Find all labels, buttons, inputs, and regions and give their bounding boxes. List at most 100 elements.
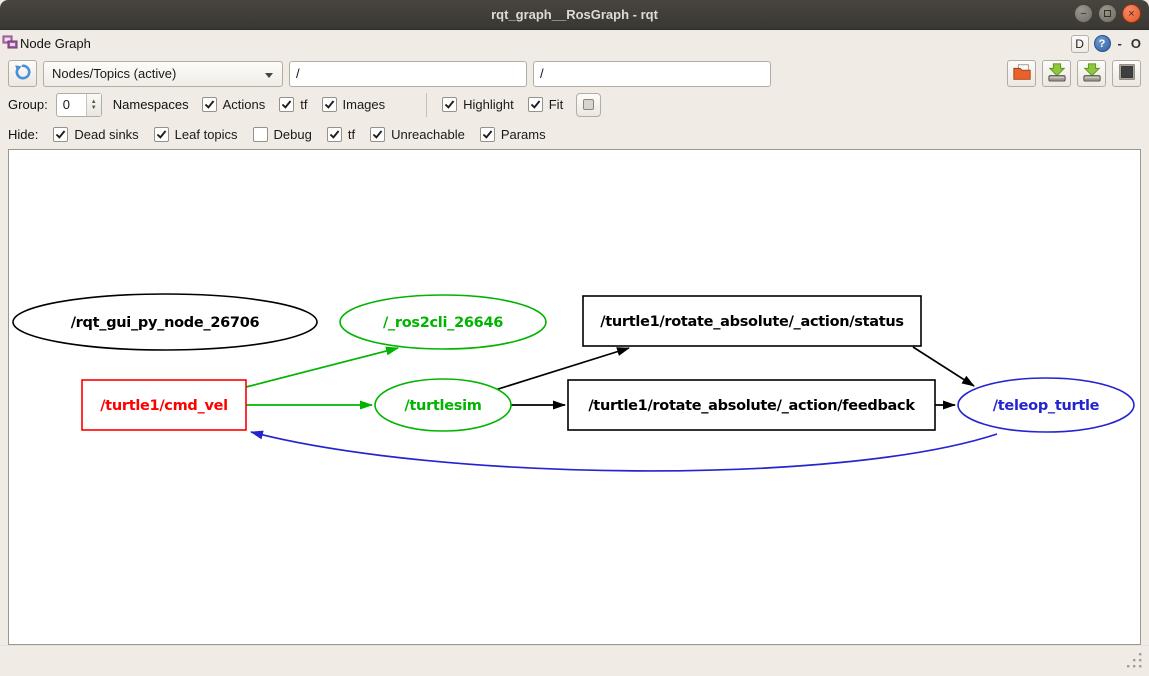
hide-label: Hide: [8, 127, 38, 142]
group-value: 0 [57, 94, 86, 116]
chevron-down-icon [265, 73, 273, 78]
node-label: /_ros2cli_26646 [383, 315, 503, 331]
checkbox-indicator[interactable] [53, 127, 68, 142]
node-turtlesim[interactable]: /turtlesim [375, 379, 511, 431]
filter-row-1: Group: 0 ▲▼ Namespaces Actions tf Images H… [0, 90, 1149, 119]
group-label: Group: [8, 97, 48, 112]
checkbox-actions[interactable]: Actions [202, 97, 266, 112]
window-close-button[interactable]: × [1122, 4, 1141, 23]
minimize-icon: − [1080, 8, 1086, 20]
close-icon: × [1128, 8, 1134, 20]
node-graph-icon [2, 34, 18, 53]
checkbox-label: Leaf topics [175, 127, 238, 142]
graph-toolbar: Nodes/Topics (active) [0, 57, 1149, 90]
checkbox-label: Highlight [463, 97, 514, 112]
save-dot-icon [1047, 62, 1067, 85]
edge-teleop_turtle-to-turtle1_cmd_vel [251, 432, 997, 471]
node-rotate_absolute_feedback[interactable]: /turtle1/rotate_absolute/_action/feedbac… [568, 380, 935, 430]
checkbox-tf[interactable]: tf [279, 97, 307, 112]
checkbox-label: tf [300, 97, 307, 112]
ros-node-graph: /rqt_gui_py_node_26706 /_ros2cli_26646/tu… [9, 150, 1140, 644]
window-title: rqt_graph__RosGraph - rqt [0, 7, 1149, 22]
checkbox-indicator[interactable] [442, 97, 457, 112]
checkbox-indicator[interactable] [322, 97, 337, 112]
window-minimize-button[interactable]: − [1074, 4, 1093, 23]
save-image-button[interactable] [1112, 60, 1141, 87]
checkbox-label: Actions [223, 97, 266, 112]
checkbox-unreachable[interactable]: Unreachable [370, 127, 465, 142]
status-bar [0, 645, 1149, 676]
checkbox-dead-sinks[interactable]: Dead sinks [53, 127, 138, 142]
checkbox-fit[interactable]: Fit [528, 97, 563, 112]
refresh-icon [14, 63, 32, 84]
checkbox-label: Dead sinks [74, 127, 138, 142]
node-label: /turtle1/cmd_vel [100, 398, 228, 414]
node-label: /turtle1/rotate_absolute/_action/feedbac… [588, 398, 915, 414]
rqt-window: { "window": { "title": "rqt_graph__RosGr… [0, 0, 1149, 676]
graph-type-combobox[interactable]: Nodes/Topics (active) [43, 61, 283, 87]
node-rqt_gui_py_node_26706[interactable]: /rqt_gui_py_node_26706 [13, 294, 317, 350]
node-turtle1_cmd_vel[interactable]: /turtle1/cmd_vel [82, 380, 246, 430]
checkbox-indicator[interactable] [154, 127, 169, 142]
fit-in-view-button[interactable] [576, 93, 601, 117]
image-icon [1117, 62, 1137, 85]
checkbox-indicator[interactable] [370, 127, 385, 142]
checkbox-indicator[interactable] [253, 127, 268, 142]
node-label: /rqt_gui_py_node_26706 [71, 315, 260, 331]
edge-turtle1_cmd_vel-to-ros2cli_26646 [246, 348, 398, 387]
window-titlebar[interactable]: rqt_graph__RosGraph - rqt − × [0, 0, 1149, 30]
checkbox-label: Params [501, 127, 546, 142]
separator [426, 93, 427, 117]
namespaces-label: Namespaces [113, 97, 189, 112]
save-dot-button[interactable] [1042, 60, 1071, 87]
spinbox-arrows[interactable]: ▲▼ [86, 94, 101, 116]
checkbox-indicator[interactable] [279, 97, 294, 112]
dock-close-button[interactable]: O [1129, 36, 1143, 51]
node-ros2cli_26646[interactable]: /_ros2cli_26646 [340, 295, 546, 349]
filter-row-2: Hide: Dead sinks Leaf topics Debug tf Unreac… [0, 119, 1149, 149]
maximize-icon [1104, 10, 1111, 17]
load-dot-button[interactable] [1007, 60, 1036, 87]
save-svg-button[interactable] [1077, 60, 1106, 87]
topic-filter-input[interactable] [533, 61, 771, 87]
node-rotate_absolute_status[interactable]: /turtle1/rotate_absolute/_action/status [583, 296, 921, 346]
graph-type-value: Nodes/Topics (active) [52, 66, 176, 81]
checkbox-label: Images [343, 97, 386, 112]
folder-open-icon [1012, 62, 1032, 85]
resize-grip[interactable] [1126, 652, 1143, 672]
save-svg-icon [1082, 62, 1102, 85]
checkbox-highlight[interactable]: Highlight [442, 97, 514, 112]
fit-in-view-icon [583, 99, 594, 110]
checkbox-indicator[interactable] [202, 97, 217, 112]
checkbox-params[interactable]: Params [480, 127, 546, 142]
dock-d-label: D [1075, 37, 1084, 51]
node-label: /turtle1/rotate_absolute/_action/status [600, 314, 903, 330]
checkbox-indicator[interactable] [528, 97, 543, 112]
node-teleop_turtle[interactable]: /teleop_turtle [958, 378, 1134, 432]
checkbox-label: Unreachable [391, 127, 465, 142]
checkbox-tf[interactable]: tf [327, 127, 355, 142]
checkbox-leaf-topics[interactable]: Leaf topics [154, 127, 238, 142]
hide-checkboxes: Dead sinks Leaf topics Debug tf Unreachable P… [53, 127, 545, 142]
checkbox-indicator[interactable] [480, 127, 495, 142]
window-maximize-button[interactable] [1098, 4, 1117, 23]
checkbox-label: tf [348, 127, 355, 142]
dock-d-button[interactable]: D [1071, 35, 1089, 53]
checkbox-debug[interactable]: Debug [253, 127, 312, 142]
checkbox-indicator[interactable] [327, 127, 342, 142]
group-spinbox[interactable]: 0 ▲▼ [56, 93, 102, 117]
refresh-button[interactable] [8, 60, 37, 87]
help-icon[interactable]: ? [1094, 35, 1111, 52]
view-checkboxes: Highlight Fit [442, 97, 563, 112]
node-label: /teleop_turtle [993, 398, 1100, 414]
dock-minimize-button[interactable]: - [1116, 36, 1124, 51]
checkbox-label: Debug [274, 127, 312, 142]
node-label: /turtlesim [404, 398, 481, 414]
group-checkboxes: Actions tf Images [202, 97, 386, 112]
dock-titlebar: Node Graph D ? - O [0, 30, 1149, 57]
dock-title: Node Graph [20, 36, 91, 51]
graph-canvas[interactable]: /rqt_gui_py_node_26706 /_ros2cli_26646/tu… [8, 149, 1141, 645]
checkbox-label: Fit [549, 97, 563, 112]
checkbox-images[interactable]: Images [322, 97, 386, 112]
node-filter-input[interactable] [289, 61, 527, 87]
